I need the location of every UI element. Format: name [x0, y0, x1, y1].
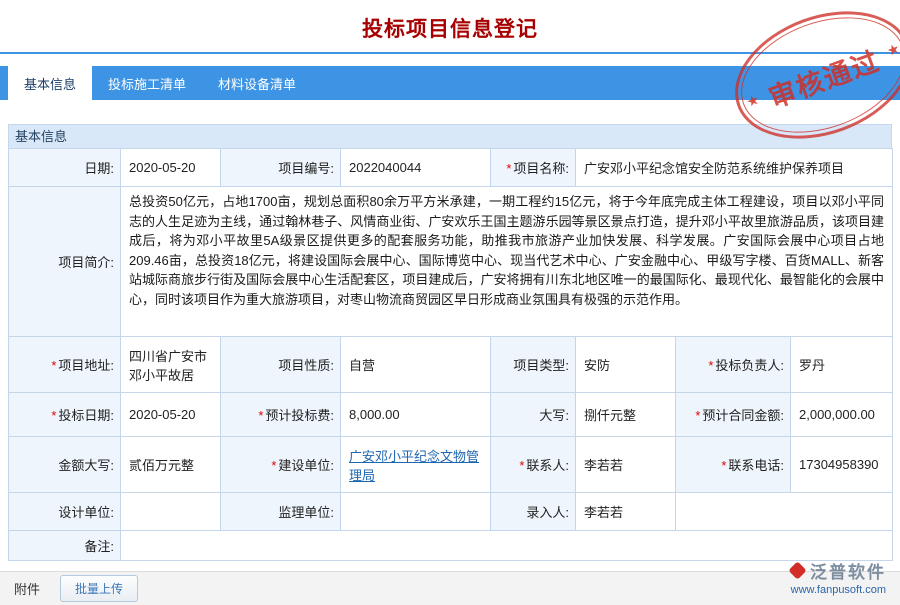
field-amount-in-words-label: 金额大写: [9, 437, 121, 493]
field-project-name-value: 广安邓小平纪念馆安全防范系统维护保养项目 [576, 149, 893, 187]
field-contact-phone-label: *联系电话: [676, 437, 791, 493]
content-area: 基本信息 日期: 2020-05-20 项目编号: 2022040044 *项目… [8, 124, 892, 561]
field-project-intro-value: 总投资50亿元，占地1700亩，规划总面积80余万平方米承建，一期工程约15亿元… [121, 187, 893, 337]
vendor-logo-text: 泛普软件 [810, 558, 886, 583]
field-bid-date-label: *投标日期: [9, 393, 121, 437]
form-row-7: 备注: [9, 531, 893, 561]
required-marker: * [271, 458, 276, 473]
basic-info-form-table: 日期: 2020-05-20 项目编号: 2022040044 *项目名称: 广… [8, 148, 893, 561]
field-project-address-value: 四川省广安市邓小平故居 [121, 337, 221, 393]
required-marker: * [721, 458, 726, 473]
field-remark-value [121, 531, 893, 561]
field-contact-person-value: 李若若 [576, 437, 676, 493]
field-design-unit-value [121, 493, 221, 531]
required-marker: * [506, 161, 511, 176]
form-row-2: 项目简介: 总投资50亿元，占地1700亩，规划总面积80余万平方米承建，一期工… [9, 187, 893, 337]
field-estimated-bid-fee-label: *预计投标费: [221, 393, 341, 437]
fanpu-logo-icon [788, 561, 806, 579]
field-design-unit-label: 设计单位: [9, 493, 121, 531]
field-bid-leader-value: 罗丹 [791, 337, 893, 393]
page-title: 投标项目信息登记 [0, 13, 900, 43]
field-estimated-bid-fee-value: 8,000.00 [341, 393, 491, 437]
section-header-basic-info: 基本信息 [8, 124, 892, 148]
attachment-label: 附件 [14, 579, 40, 598]
field-estimated-contract-amount-label: *预计合同金额: [676, 393, 791, 437]
field-entry-person-value: 李若若 [576, 493, 676, 531]
field-bid-date-value: 2020-05-20 [121, 393, 221, 437]
field-date-label: 日期: [9, 149, 121, 187]
required-marker: * [708, 358, 713, 373]
field-supervision-unit-value [341, 493, 491, 531]
field-bid-leader-label: *投标负责人: [676, 337, 791, 393]
empty-cell [676, 493, 893, 531]
field-project-intro-label: 项目简介: [9, 187, 121, 337]
required-marker: * [51, 358, 56, 373]
field-project-type-value: 安防 [576, 337, 676, 393]
field-fee-in-words-value: 捌仟元整 [576, 393, 676, 437]
field-entry-person-label: 录入人: [491, 493, 576, 531]
field-project-type-label: 项目类型: [491, 337, 576, 393]
form-row-3: *项目地址: 四川省广安市邓小平故居 项目性质: 自营 项目类型: 安防 *投标… [9, 337, 893, 393]
field-construction-unit-value: 广安邓小平纪念文物管理局 [341, 437, 491, 493]
field-amount-in-words-value: 贰佰万元整 [121, 437, 221, 493]
title-divider [0, 52, 900, 54]
field-fee-in-words-label: 大写: [491, 393, 576, 437]
field-contact-phone-value: 17304958390 [791, 437, 893, 493]
field-project-no-label: 项目编号: [221, 149, 341, 187]
field-project-no-value: 2022040044 [341, 149, 491, 187]
required-marker: * [695, 408, 700, 423]
form-row-1: 日期: 2020-05-20 项目编号: 2022040044 *项目名称: 广… [9, 149, 893, 187]
required-marker: * [51, 408, 56, 423]
required-marker: * [519, 458, 524, 473]
field-project-nature-value: 自营 [341, 337, 491, 393]
field-remark-label: 备注: [9, 531, 121, 561]
field-supervision-unit-label: 监理单位: [221, 493, 341, 531]
tab-material-equipment-list[interactable]: 材料设备清单 [202, 66, 312, 100]
field-estimated-contract-amount-value: 2,000,000.00 [791, 393, 893, 437]
field-project-name-label: *项目名称: [491, 149, 576, 187]
form-row-5: 金额大写: 贰佰万元整 *建设单位: 广安邓小平纪念文物管理局 *联系人: 李若… [9, 437, 893, 493]
field-project-address-label: *项目地址: [9, 337, 121, 393]
vendor-url-link[interactable]: www.fanpusoft.com [791, 584, 886, 596]
tab-bar: 基本信息 投标施工清单 材料设备清单 [0, 66, 900, 100]
field-date-value: 2020-05-20 [121, 149, 221, 187]
batch-upload-button[interactable]: 批量上传 [60, 575, 138, 602]
form-row-6: 设计单位: 监理单位: 录入人: 李若若 [9, 493, 893, 531]
tab-basic-info[interactable]: 基本信息 [8, 66, 92, 100]
construction-unit-link[interactable]: 广安邓小平纪念文物管理局 [349, 449, 479, 483]
field-contact-person-label: *联系人: [491, 437, 576, 493]
tab-bid-construction-list[interactable]: 投标施工清单 [92, 66, 202, 100]
field-project-nature-label: 项目性质: [221, 337, 341, 393]
title-bar: 投标项目信息登记 [0, 0, 900, 52]
required-marker: * [258, 408, 263, 423]
form-row-4: *投标日期: 2020-05-20 *预计投标费: 8,000.00 大写: 捌… [9, 393, 893, 437]
vendor-logo: 泛普软件 www.fanpusoft.com [791, 558, 886, 596]
field-construction-unit-label: *建设单位: [221, 437, 341, 493]
